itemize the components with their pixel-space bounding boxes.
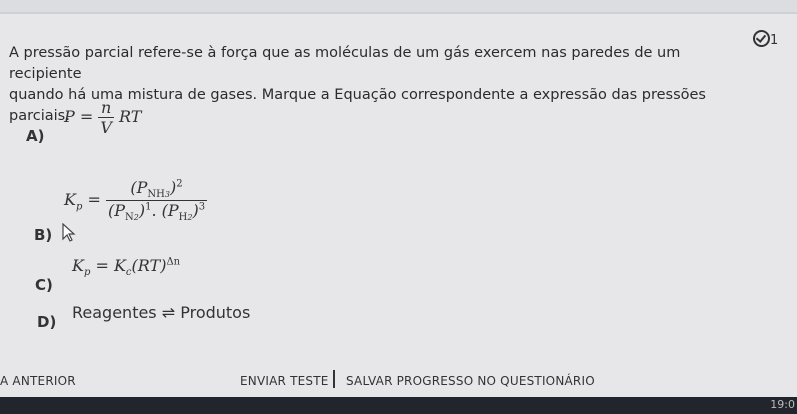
option-c-letter[interactable]: C) — [35, 276, 53, 294]
option-a-equation[interactable]: P = n V RT — [64, 98, 141, 137]
option-c-equation[interactable]: Kp = Kc(RT)Δn — [72, 256, 180, 278]
option-a-letter[interactable]: A) — [26, 127, 44, 145]
submit-test-button[interactable]: ENVIAR TESTE — [240, 374, 329, 388]
taskbar: 19:0 — [0, 397, 797, 414]
previous-button[interactable]: A ANTERIOR — [0, 374, 76, 388]
option-b-letter[interactable]: B) — [34, 226, 52, 244]
top-bar — [0, 0, 797, 14]
badge-count: 1 — [770, 33, 779, 48]
option-d-letter[interactable]: D) — [37, 313, 56, 331]
question-badge: 1 — [753, 30, 778, 48]
fraction-kp: (PNH3)2 (PN2)1. (PH2)3 — [105, 178, 208, 224]
mouse-cursor-icon — [62, 223, 76, 242]
fraction-n-over-v: n V — [98, 98, 114, 137]
option-b-equation[interactable]: Kp = (PNH3)2 (PN2)1. (PH2)3 — [64, 178, 208, 224]
check-circle-icon — [753, 30, 770, 47]
question-line-1: A pressão parcial refere-se à força que … — [9, 45, 681, 82]
option-d-text[interactable]: Reagentes ⇌ Produtos — [72, 303, 250, 322]
footer-separator — [333, 370, 335, 388]
clock: 19:0 — [770, 398, 795, 411]
save-progress-button[interactable]: SALVAR PROGRESSO NO QUESTIONÁRIO — [346, 374, 595, 388]
